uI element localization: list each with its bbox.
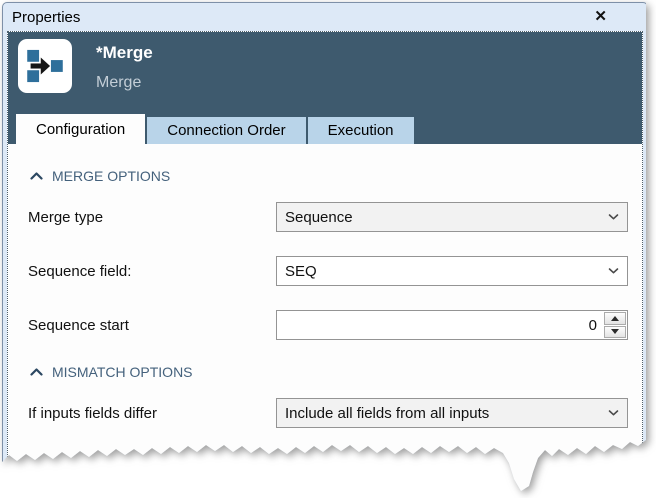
if-inputs-differ-dropdown[interactable]: Include all fields from all inputs [276, 398, 628, 428]
section-merge-options[interactable]: MERGE OPTIONS [30, 168, 628, 184]
sequence-field-dropdown[interactable]: SEQ [276, 256, 628, 286]
chevron-down-icon [608, 268, 619, 275]
tab-execution[interactable]: Execution [308, 117, 414, 144]
section-mismatch-options[interactable]: MISMATCH OPTIONS [30, 364, 628, 380]
merge-type-dropdown[interactable]: Sequence [276, 202, 628, 232]
merge-icon [18, 39, 72, 93]
section-mismatch-options-title: MISMATCH OPTIONS [52, 364, 193, 380]
triangle-up-icon [611, 316, 619, 321]
sequence-start-row: Sequence start [28, 310, 628, 340]
sequence-start-input[interactable] [277, 311, 627, 339]
titlebar[interactable]: Properties [3, 3, 647, 31]
section-merge-options-title: MERGE OPTIONS [52, 168, 170, 184]
chevron-down-icon [608, 214, 619, 221]
triangle-down-icon [611, 329, 619, 334]
if-inputs-differ-value: Include all fields from all inputs [277, 405, 627, 422]
properties-panel: *Merge Merge Configuration Connection Or… [7, 31, 643, 493]
merge-type-row: Merge type Sequence [28, 202, 628, 232]
tool-title: *Merge [96, 43, 153, 63]
close-icon[interactable]: ✕ [594, 9, 607, 24]
tab-strip: Configuration Connection Order Execution [16, 114, 414, 144]
properties-window-shadow: Properties ✕ *Merge Merge [2, 2, 648, 494]
if-inputs-differ-row: If inputs fields differ Include all fiel… [28, 398, 628, 428]
sequence-field-row: Sequence field: SEQ [28, 256, 628, 286]
tab-connection-order-label: Connection Order [167, 122, 285, 139]
properties-window: Properties ✕ *Merge Merge [2, 2, 648, 494]
spinner-down-button[interactable] [604, 326, 626, 339]
spinner-buttons [604, 312, 626, 338]
tab-configuration[interactable]: Configuration [16, 114, 145, 144]
sequence-start-label: Sequence start [28, 317, 276, 334]
sequence-field-value: SEQ [277, 263, 627, 280]
spinner-up-button[interactable] [604, 312, 626, 325]
merge-type-value: Sequence [277, 209, 627, 226]
chevron-down-icon [608, 410, 619, 417]
tool-header: *Merge Merge Configuration Connection Or… [8, 32, 642, 144]
sequence-field-label: Sequence field: [28, 263, 276, 280]
tab-configuration-label: Configuration [36, 121, 125, 138]
chevron-up-icon [30, 368, 43, 376]
sequence-start-stepper [276, 310, 628, 340]
if-inputs-differ-label: If inputs fields differ [28, 405, 276, 422]
tool-subtitle: Merge [96, 74, 141, 92]
merge-type-label: Merge type [28, 209, 276, 226]
tab-execution-label: Execution [328, 122, 394, 139]
configuration-content: MERGE OPTIONS Merge type Sequence Sequen… [8, 144, 642, 492]
chevron-up-icon [30, 172, 43, 180]
tab-connection-order[interactable]: Connection Order [147, 117, 305, 144]
window-title: Properties [12, 9, 80, 26]
